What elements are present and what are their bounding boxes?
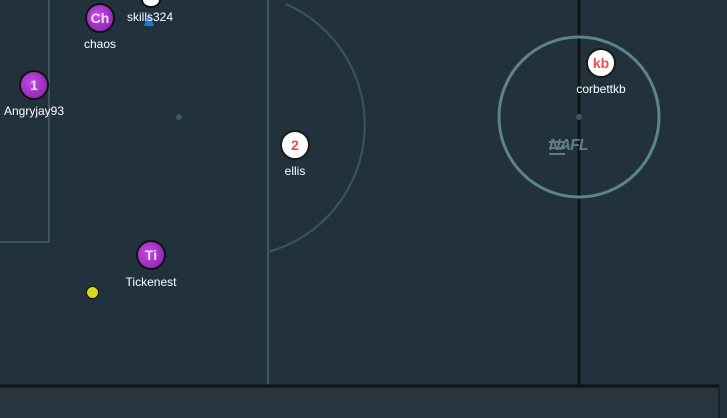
player-token-angryjay93[interactable]: 1 xyxy=(19,70,49,100)
player-name-corbettkb: corbettkb xyxy=(576,82,626,96)
player-badge: 2 xyxy=(291,137,299,153)
player-name-skills324: skills324 xyxy=(126,10,174,24)
ball[interactable] xyxy=(86,286,99,299)
player-badge: kb xyxy=(592,55,610,71)
soccer-pitch xyxy=(0,0,720,418)
player-name-chaos: chaos xyxy=(83,37,117,51)
player-name-tickenest: Tickenest xyxy=(125,275,177,289)
player-badge: 1 xyxy=(30,77,38,93)
player-name-ellis: ellis xyxy=(284,164,306,178)
player-token-chaos[interactable]: Ch xyxy=(85,3,115,33)
player-name-angryjay93: Angryjay93 xyxy=(3,104,65,118)
player-token-corbettkb[interactable]: kb xyxy=(586,48,616,78)
penalty-box-line xyxy=(0,0,50,243)
player-badge: Ch xyxy=(90,10,110,26)
player-token-tickenest[interactable]: Ti xyxy=(136,240,166,270)
player-badge: Ti xyxy=(144,247,158,263)
center-spot xyxy=(576,114,582,120)
penalty-spot xyxy=(176,114,182,120)
nafl-logo: NAFL xyxy=(549,137,589,154)
penalty-arc xyxy=(267,3,366,253)
player-token-ellis[interactable]: 2 xyxy=(280,130,310,160)
